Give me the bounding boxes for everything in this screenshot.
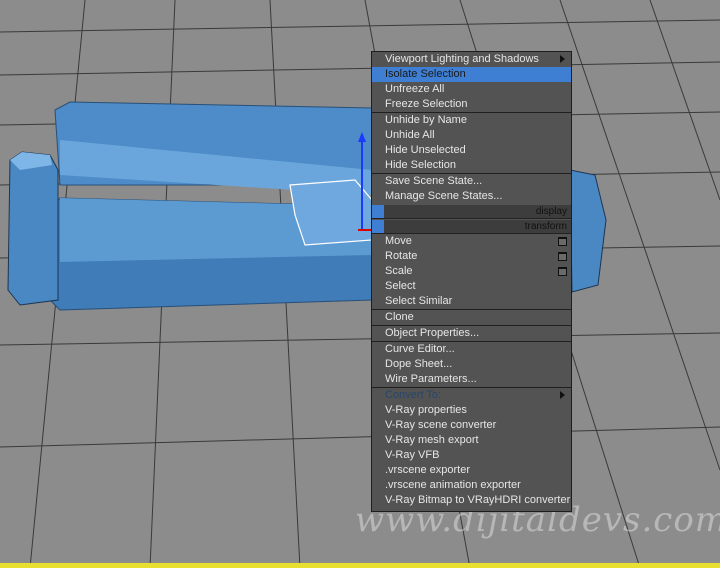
menu-item-unhide-all[interactable]: Unhide All	[372, 128, 571, 143]
menu-item-vray-bitmap-converter[interactable]: V-Ray Bitmap to VRayHDRI converter	[372, 493, 571, 508]
menu-item-wire-parameters[interactable]: Wire Parameters...	[372, 372, 571, 387]
label: Convert To:	[385, 389, 442, 401]
viewport-perspective[interactable]	[0, 0, 720, 568]
quadrant-marker	[372, 205, 384, 218]
menu-item-vray-vfb[interactable]: V-Ray VFB	[372, 448, 571, 463]
label: Scale	[385, 265, 413, 277]
menu-item-vrscene-animation-exporter[interactable]: .vrscene animation exporter	[372, 478, 571, 493]
menu-item-manage-scene-states[interactable]: Manage Scene States...	[372, 189, 571, 204]
quadrant-marker	[372, 220, 384, 233]
menu-item-vray-properties[interactable]: V-Ray properties	[372, 403, 571, 418]
menu-item-isolate-selection[interactable]: Isolate Selection	[372, 67, 571, 82]
label: Move	[385, 235, 412, 247]
menu-item-dope-sheet[interactable]: Dope Sheet...	[372, 357, 571, 372]
menu-item-viewport-lighting[interactable]: Viewport Lighting and Shadows	[372, 52, 571, 67]
menu-item-curve-editor[interactable]: Curve Editor...	[372, 342, 571, 357]
menu-item-vray-scene-converter[interactable]: V-Ray scene converter	[372, 418, 571, 433]
submenu-arrow-icon	[560, 391, 565, 399]
label: Rotate	[385, 250, 418, 262]
menu-item-rotate[interactable]: Rotate	[372, 249, 571, 264]
menu-item-convert-to[interactable]: Convert To:	[372, 388, 571, 403]
menu-item-select[interactable]: Select	[372, 279, 571, 294]
submenu-arrow-icon	[560, 55, 565, 63]
menu-item-scale[interactable]: Scale	[372, 264, 571, 279]
quadrant-header-display: display	[372, 205, 571, 219]
menu-item-select-similar[interactable]: Select Similar	[372, 294, 571, 309]
menu-item-hide-unselected[interactable]: Hide Unselected	[372, 143, 571, 158]
menu-item-object-properties[interactable]: Object Properties...	[372, 326, 571, 341]
menu-item-vrscene-exporter[interactable]: .vrscene exporter	[372, 463, 571, 478]
options-box-icon[interactable]	[558, 267, 567, 276]
quad-context-menu: Viewport Lighting and Shadows Isolate Se…	[371, 51, 572, 512]
quadrant-header-transform: transform	[372, 220, 571, 234]
menu-item-hide-selection[interactable]: Hide Selection	[372, 158, 571, 173]
menu-item-unfreeze-all[interactable]: Unfreeze All	[372, 82, 571, 97]
menu-item-unhide-by-name[interactable]: Unhide by Name	[372, 113, 571, 128]
menu-item-save-scene-state[interactable]: Save Scene State...	[372, 174, 571, 189]
label: display	[535, 206, 567, 217]
menu-item-freeze-selection[interactable]: Freeze Selection	[372, 97, 571, 112]
label: Viewport Lighting and Shadows	[385, 53, 539, 65]
label: transform	[524, 221, 567, 232]
options-box-icon[interactable]	[558, 237, 567, 246]
menu-item-vray-mesh-export[interactable]: V-Ray mesh export	[372, 433, 571, 448]
menu-item-clone[interactable]: Clone	[372, 310, 571, 325]
options-box-icon[interactable]	[558, 252, 567, 261]
viewport-active-border	[0, 563, 720, 568]
menu-item-move[interactable]: Move	[372, 234, 571, 249]
